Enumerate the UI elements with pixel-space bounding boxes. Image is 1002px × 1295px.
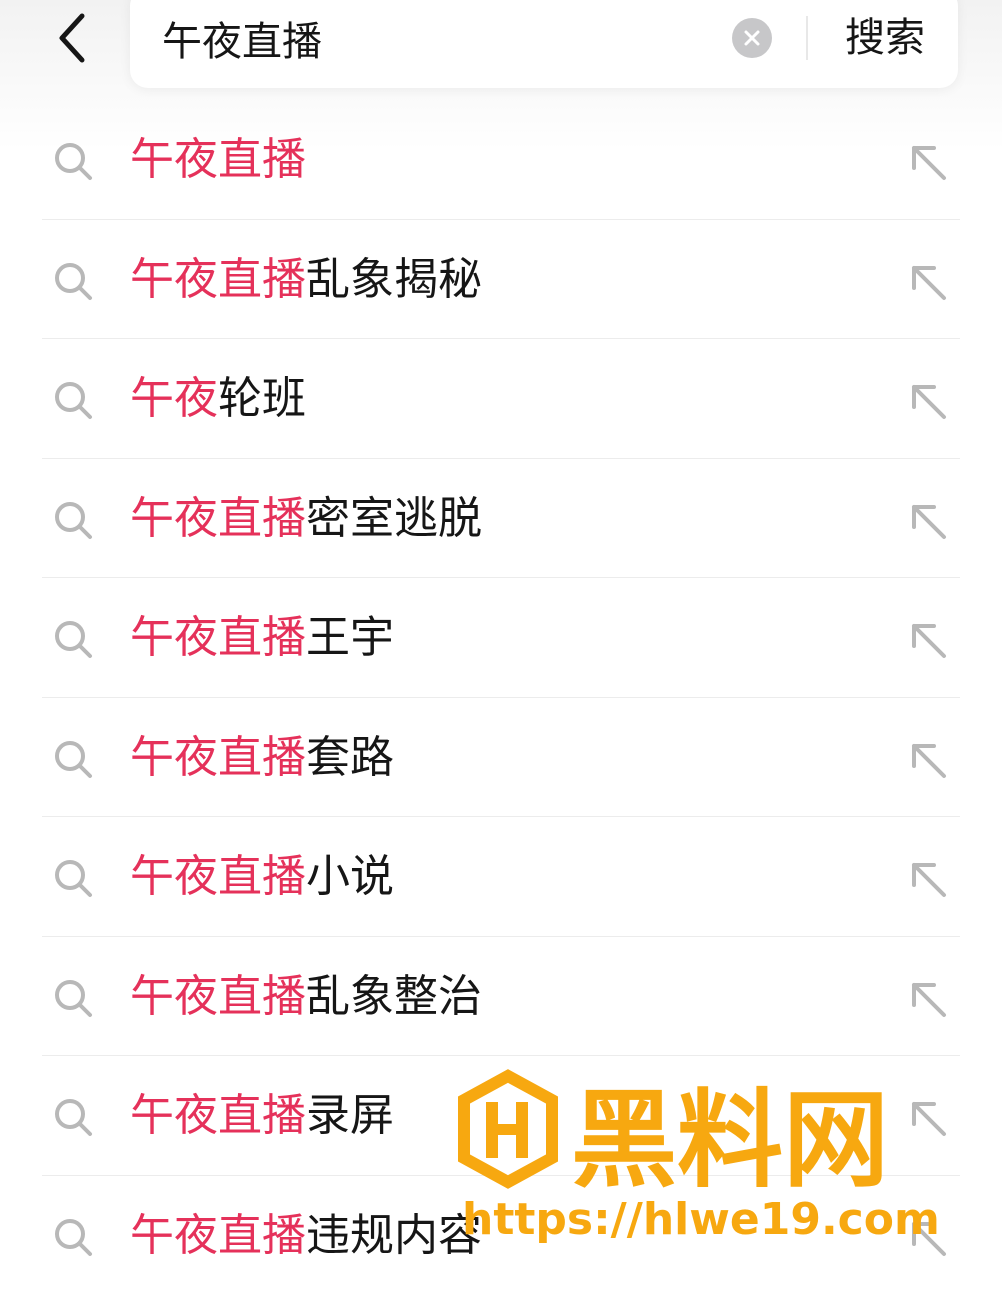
suggestion-text: 午夜直播小说 [130,845,394,909]
back-button[interactable] [40,6,104,70]
fill-query-arrow-icon[interactable] [906,140,950,184]
suggestion-text: 午夜直播密室逃脱 [130,487,482,551]
search-icon [52,140,94,182]
suggestion-item[interactable]: 午夜直播 [0,100,1002,220]
suggestion-item[interactable]: 午夜直播王宇 [0,578,1002,698]
chevron-left-icon [52,10,92,66]
suggestion-highlight: 午夜直播 [130,254,306,305]
suggestion-item[interactable]: 午夜直播乱象揭秘 [0,220,1002,340]
fill-query-arrow-icon[interactable] [906,379,950,423]
suggestion-rest: 轮班 [218,373,306,424]
suggestion-text: 午夜直播录屏 [130,1084,394,1148]
suggestion-highlight: 午夜直播 [130,1090,306,1141]
search-icon [52,977,94,1019]
search-icon [52,260,94,302]
search-button[interactable]: 搜索 [830,8,940,68]
suggestion-text: 午夜直播套路 [130,726,394,790]
fill-query-arrow-icon[interactable] [906,738,950,782]
suggestion-highlight: 午夜直播 [130,493,306,544]
suggestion-highlight: 午夜直播 [130,971,306,1022]
suggestion-rest: 录屏 [306,1090,394,1141]
suggestion-text: 午夜轮班 [130,367,306,431]
suggestion-highlight: 午夜直播 [130,134,306,185]
suggestion-item[interactable]: 午夜直播密室逃脱 [0,459,1002,579]
search-icon [52,738,94,780]
suggestion-item[interactable]: 午夜直播违规内容 [0,1176,1002,1295]
suggestion-list: 午夜直播午夜直播乱象揭秘午夜轮班午夜直播密室逃脱午夜直播王宇午夜直播套路午夜直播… [0,100,1002,1295]
search-divider [806,16,808,60]
suggestion-text: 午夜直播 [130,128,306,192]
search-icon [52,618,94,660]
suggestion-rest: 套路 [306,732,394,783]
suggestion-rest: 密室逃脱 [306,493,482,544]
suggestion-text: 午夜直播王宇 [130,606,394,670]
suggestion-rest: 乱象整治 [306,971,482,1022]
suggestion-item[interactable]: 午夜直播小说 [0,817,1002,937]
fill-query-arrow-icon[interactable] [906,499,950,543]
suggestion-text: 午夜直播乱象揭秘 [130,248,482,312]
suggestion-rest: 小说 [306,851,394,902]
suggestion-highlight: 午夜直播 [130,732,306,783]
fill-query-arrow-icon[interactable] [906,1096,950,1140]
suggestion-rest: 王宇 [306,612,394,663]
suggestion-item[interactable]: 午夜直播套路 [0,698,1002,818]
suggestion-text: 午夜直播乱象整治 [130,965,482,1029]
suggestion-item[interactable]: 午夜直播录屏 [0,1056,1002,1176]
fill-query-arrow-icon[interactable] [906,1216,950,1260]
suggestion-rest: 违规内容 [306,1210,482,1261]
suggestion-item[interactable]: 午夜轮班 [0,339,1002,459]
suggestion-item[interactable]: 午夜直播乱象整治 [0,937,1002,1057]
search-icon [52,857,94,899]
fill-query-arrow-icon[interactable] [906,618,950,662]
suggestion-highlight: 午夜直播 [130,851,306,902]
search-icon [52,499,94,541]
search-icon [52,1216,94,1258]
fill-query-arrow-icon[interactable] [906,260,950,304]
suggestion-highlight: 午夜直播 [130,612,306,663]
suggestion-rest: 乱象揭秘 [306,254,482,305]
suggestion-text: 午夜直播违规内容 [130,1204,482,1268]
clear-circle-icon [743,29,761,47]
search-icon [52,1096,94,1138]
search-icon [52,379,94,421]
fill-query-arrow-icon[interactable] [906,857,950,901]
clear-button[interactable] [732,18,772,58]
search-bar: 搜索 [130,0,958,88]
suggestion-highlight: 午夜直播 [130,1210,306,1261]
fill-query-arrow-icon[interactable] [906,977,950,1021]
search-input[interactable] [162,8,722,68]
suggestion-highlight: 午夜 [130,373,218,424]
